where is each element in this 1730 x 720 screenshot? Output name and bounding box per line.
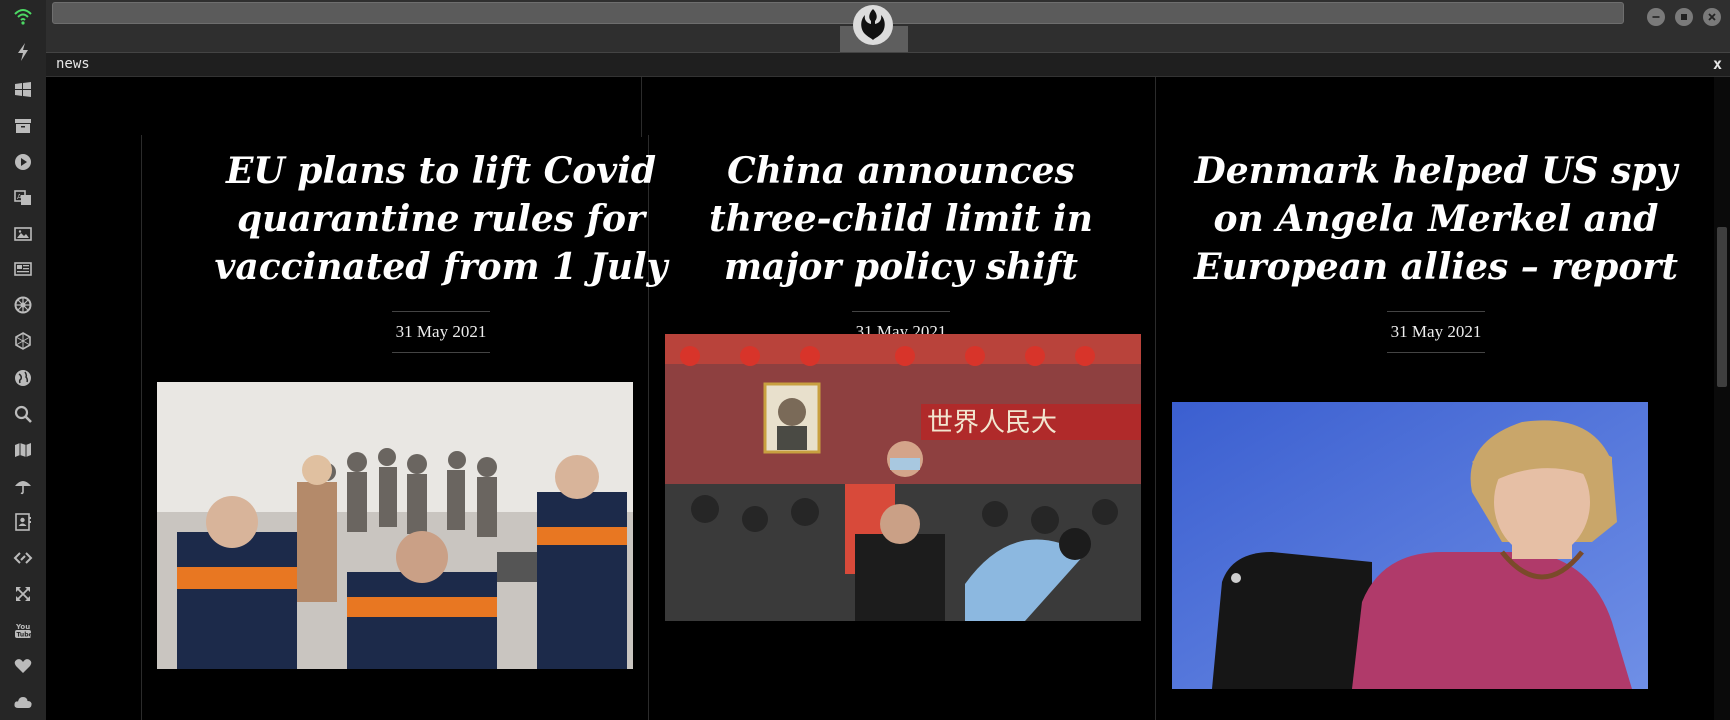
svg-text:You: You xyxy=(15,623,30,631)
browser-toolbar xyxy=(46,0,1730,52)
map-icon[interactable] xyxy=(13,440,33,460)
maximize-button[interactable] xyxy=(1675,8,1693,26)
archive-icon[interactable] xyxy=(13,116,33,136)
search-icon[interactable] xyxy=(13,404,33,424)
wifi-icon[interactable] xyxy=(13,6,33,26)
launcher-sidebar: A You Tube xyxy=(0,0,47,720)
windows-icon[interactable] xyxy=(13,80,33,100)
article-card[interactable]: China announces three-child limit in maj… xyxy=(666,147,1136,353)
news-feed[interactable]: EU plans to lift Covid quarantine rules … xyxy=(46,77,1714,720)
column-divider xyxy=(141,135,142,720)
column-divider xyxy=(1155,135,1156,720)
column-divider xyxy=(641,77,642,137)
settings-wheel-icon[interactable] xyxy=(13,295,33,315)
rebel-alliance-logo-icon[interactable] xyxy=(852,4,894,46)
article-card[interactable]: EU plans to lift Covid quarantine rules … xyxy=(186,147,696,353)
code-icon[interactable] xyxy=(13,548,33,568)
expand-icon[interactable] xyxy=(13,584,33,604)
contacts-icon[interactable] xyxy=(13,512,33,532)
article-photo[interactable] xyxy=(157,382,633,669)
minimize-button[interactable] xyxy=(1647,8,1665,26)
column-divider xyxy=(1155,77,1156,137)
article-date: 31 May 2021 xyxy=(391,311,491,353)
globe-icon[interactable] xyxy=(13,368,33,388)
article-headline[interactable]: EU plans to lift Covid quarantine rules … xyxy=(186,147,696,291)
bolt-icon[interactable] xyxy=(13,42,33,62)
address-bar[interactable] xyxy=(52,2,1624,24)
heart-icon[interactable] xyxy=(13,656,33,676)
svg-text:A: A xyxy=(17,193,22,201)
article-card[interactable]: Denmark helped US spy on Angela Merkel a… xyxy=(1171,147,1701,353)
close-window-button[interactable] xyxy=(1703,8,1721,26)
image-icon[interactable] xyxy=(13,224,33,244)
article-photo[interactable]: 世界人民大 xyxy=(665,334,1141,621)
play-icon[interactable] xyxy=(13,152,33,172)
article-headline[interactable]: China announces three-child limit in maj… xyxy=(666,147,1136,291)
article-date: 31 May 2021 xyxy=(1386,311,1486,353)
article-photo[interactable] xyxy=(1172,402,1648,689)
svg-text:世界人民大: 世界人民大 xyxy=(927,408,1057,438)
newspaper-icon[interactable] xyxy=(13,259,33,279)
svg-text:Tube: Tube xyxy=(17,632,33,639)
article-headline[interactable]: Denmark helped US spy on Angela Merkel a… xyxy=(1171,147,1701,291)
panel-title: news xyxy=(56,56,90,72)
panel-header: news x xyxy=(46,52,1730,77)
scrollbar-thumb[interactable] xyxy=(1717,227,1727,387)
hexagon-icon[interactable] xyxy=(13,331,33,351)
vertical-scrollbar[interactable] xyxy=(1714,77,1730,720)
translate-icon[interactable]: A xyxy=(13,188,33,208)
panel-close-button[interactable]: x xyxy=(1713,55,1722,73)
youtube-icon[interactable]: You Tube xyxy=(13,620,33,640)
cloud-icon[interactable] xyxy=(13,692,33,712)
umbrella-icon[interactable] xyxy=(13,476,33,496)
